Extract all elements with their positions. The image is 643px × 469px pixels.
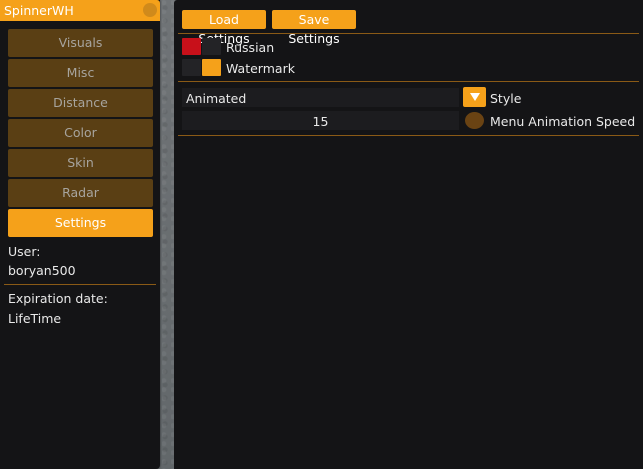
style-select[interactable]: Animated (182, 88, 459, 107)
toggle-on-swatch[interactable] (202, 38, 221, 55)
nav-skin-button[interactable]: Skin (8, 149, 153, 177)
menu-animation-speed-slider[interactable]: 15 (182, 111, 459, 130)
watermark-label: Watermark (226, 61, 295, 76)
load-settings-button[interactable]: Load Settings (182, 10, 266, 46)
menu-animation-speed-label: Menu Animation Speed (490, 114, 636, 129)
toggle-off-swatch[interactable] (182, 38, 201, 55)
chevron-down-icon (470, 93, 480, 101)
expiration-label: Expiration date: (8, 291, 108, 306)
nav-misc-button[interactable]: Misc (8, 59, 153, 87)
divider (4, 284, 156, 285)
toggle-off-swatch[interactable] (182, 59, 201, 76)
nav-settings-button[interactable]: Settings (8, 209, 153, 237)
window-toggle-circle-icon[interactable] (143, 3, 157, 17)
navigation-window: SpinnerWH Visuals Misc Distance Color Sk… (0, 0, 160, 469)
nav-visuals-button[interactable]: Visuals (8, 29, 153, 57)
username: boryan500 (8, 263, 76, 278)
user-label: User: (8, 244, 41, 259)
toggle-on-swatch[interactable] (202, 59, 221, 76)
nav-radar-button[interactable]: Radar (8, 179, 153, 207)
divider (178, 135, 639, 136)
window-title: SpinnerWH (4, 3, 74, 18)
sidebar-nav: Visuals Misc Distance Color Skin Radar S… (8, 29, 153, 239)
style-label: Style (490, 91, 522, 106)
window-titlebar[interactable]: SpinnerWH (0, 0, 160, 21)
settings-window: Load Settings Save Settings Russian Wate… (174, 0, 643, 469)
style-select-value: Animated (186, 91, 247, 106)
nav-color-button[interactable]: Color (8, 119, 153, 147)
nav-distance-button[interactable]: Distance (8, 89, 153, 117)
slider-value: 15 (312, 114, 329, 129)
slider-knob-icon[interactable] (465, 112, 484, 129)
expiration-value: LifeTime (8, 311, 62, 326)
divider (178, 33, 639, 34)
style-dropdown-button[interactable] (463, 87, 486, 107)
russian-label: Russian (226, 40, 275, 55)
save-settings-button[interactable]: Save Settings (272, 10, 356, 46)
divider (178, 81, 639, 82)
